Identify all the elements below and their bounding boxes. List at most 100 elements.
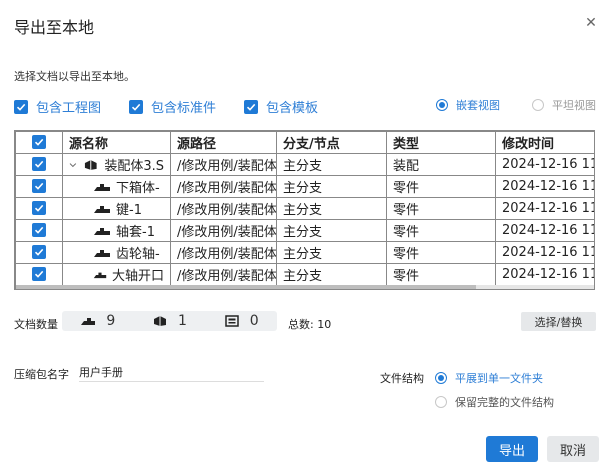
table-row[interactable]: 大轴开口/修改用例/装配体 主分支 零件 2024-12-16 11	[15, 263, 594, 286]
cell-name: 装配体3.S	[62, 153, 171, 176]
export-button[interactable]: 导出	[486, 436, 538, 462]
checkbox-checked-icon	[32, 200, 46, 215]
drawing-icon	[224, 315, 239, 327]
table-row[interactable]: 轴套-1/修改用例/装配体 主分支 零件 2024-12-16 11	[15, 219, 594, 242]
cell-name-text: 齿轮轴-	[116, 247, 160, 262]
doc-count-summary: 9 1 0	[62, 311, 277, 331]
part-count-value: 9	[106, 313, 116, 329]
cell-mtime: 2024-12-16 11	[495, 175, 594, 198]
table-row[interactable]: 下箱体- /修改用例/装配体 主分支 零件 2024-12-16 11	[15, 175, 594, 198]
dialog-description: 选择文档以导出至本地。	[14, 70, 135, 83]
cell-type: 装配	[386, 153, 496, 176]
cell-name-text: 键-1	[116, 203, 142, 218]
table-row[interactable]: 键-1/修改用例/装配体 主分支 零件 2024-12-16 11	[15, 197, 594, 220]
table-header-row: 源名称 源路径 分支/节点 类型 修改时间	[15, 131, 594, 154]
table-row[interactable]: 装配体3.S/修改用例/装配体 主分支 装配 2024-12-16 11	[15, 153, 594, 176]
file-structure-label: 文件结构	[380, 372, 424, 385]
view-flat-radio[interactable]: 平坦视图	[532, 97, 596, 113]
part-icon	[94, 227, 110, 235]
cell-mtime: 2024-12-16 11	[495, 153, 594, 176]
cell-mtime: 2024-12-16 11	[495, 263, 594, 286]
cell-name: 轴套-1	[62, 219, 171, 242]
include-templates-checkbox[interactable]: 包含模板	[244, 97, 318, 116]
radio-selected-icon	[436, 99, 448, 111]
column-header-branch[interactable]: 分支/节点	[276, 131, 387, 154]
row-checkbox[interactable]	[15, 175, 63, 198]
horizontal-scrollbar[interactable]	[16, 285, 594, 289]
cell-path: /修改用例/装配体	[170, 263, 277, 286]
cell-path: /修改用例/装配体	[170, 175, 277, 198]
column-header-path[interactable]: 源路径	[170, 131, 277, 154]
cell-branch: 主分支	[276, 219, 387, 242]
cell-name-text: 下箱体-	[116, 181, 160, 196]
column-header-name[interactable]: 源名称	[62, 131, 171, 154]
cell-branch: 主分支	[276, 175, 387, 198]
table-row[interactable]: 齿轮轴- /修改用例/装配体 主分支 零件 2024-12-16 11	[15, 241, 594, 264]
part-count: 9	[62, 313, 134, 329]
cell-name-text: 装配体3.S	[104, 159, 164, 174]
cell-name-text: 大轴开口	[111, 269, 164, 284]
view-nested-radio[interactable]: 嵌套视图	[436, 97, 500, 113]
cell-mtime: 2024-12-16 11	[495, 197, 594, 220]
cell-type: 零件	[386, 219, 496, 242]
row-checkbox[interactable]	[15, 197, 63, 220]
assembly-count: 1	[134, 313, 206, 329]
include-templates-label: 包含模板	[266, 101, 319, 116]
column-header-type[interactable]: 类型	[386, 131, 496, 154]
cell-type: 零件	[386, 197, 496, 220]
part-icon	[94, 183, 110, 191]
drawing-count: 0	[205, 313, 277, 329]
export-dialog: 导出至本地 ✕ 选择文档以导出至本地。 包含工程图 包含标准件 包含模板 嵌套视…	[0, 0, 611, 474]
cell-path: /修改用例/装配体	[170, 241, 277, 264]
keep-structure-label: 保留完整的文件结构	[455, 396, 554, 409]
row-checkbox[interactable]	[15, 241, 63, 264]
part-icon	[94, 249, 110, 257]
checkbox-checked-icon	[32, 266, 46, 281]
select-all-checkbox[interactable]	[15, 131, 63, 154]
cell-type: 零件	[386, 241, 496, 264]
row-checkbox[interactable]	[15, 153, 63, 176]
checkbox-checked-icon	[244, 99, 258, 114]
view-flat-label: 平坦视图	[552, 99, 596, 112]
doc-count-label: 文档数量	[14, 318, 58, 331]
checkbox-checked-icon	[32, 178, 46, 193]
radio-unselected-icon	[532, 99, 544, 111]
cell-path: /修改用例/装配体	[170, 197, 277, 220]
assembly-icon	[84, 159, 97, 170]
include-std-parts-label: 包含标准件	[151, 101, 217, 116]
cancel-button[interactable]: 取消	[547, 436, 599, 462]
drawing-count-value: 0	[249, 313, 259, 329]
radio-selected-icon	[435, 372, 447, 384]
cell-branch: 主分支	[276, 263, 387, 286]
checkbox-checked-icon	[14, 99, 28, 114]
assembly-count-value: 1	[178, 313, 187, 329]
cell-branch: 主分支	[276, 197, 387, 220]
checkbox-checked-icon	[32, 134, 46, 149]
cell-name-text: 轴套-1	[116, 225, 155, 240]
select-replace-button[interactable]: 选择/替换	[521, 312, 596, 331]
part-icon	[94, 205, 110, 213]
row-checkbox[interactable]	[15, 263, 63, 286]
view-nested-label: 嵌套视图	[456, 99, 500, 112]
radio-unselected-icon	[435, 396, 447, 408]
cell-path: /修改用例/装配体	[170, 153, 277, 176]
cell-branch: 主分支	[276, 241, 387, 264]
document-table: 源名称 源路径 分支/节点 类型 修改时间 装配体3.S/修改用例/装配体 主分支…	[14, 130, 595, 290]
cell-branch: 主分支	[276, 153, 387, 176]
flatten-radio[interactable]: 平展到单一文件夹	[435, 370, 543, 386]
zip-name-input[interactable]	[79, 362, 264, 382]
total-count: 总数: 10	[288, 318, 332, 331]
keep-structure-radio[interactable]: 保留完整的文件结构	[435, 394, 554, 410]
include-drawings-checkbox[interactable]: 包含工程图	[14, 97, 101, 116]
cell-name: 齿轮轴-	[62, 241, 171, 264]
row-checkbox[interactable]	[15, 219, 63, 242]
checkbox-checked-icon	[129, 99, 143, 114]
cell-type: 零件	[386, 175, 496, 198]
part-icon	[81, 318, 96, 325]
include-std-parts-checkbox[interactable]: 包含标准件	[129, 97, 216, 116]
part-icon	[93, 272, 107, 278]
column-header-mtime[interactable]: 修改时间	[495, 131, 594, 154]
chevron-down-icon[interactable]	[69, 161, 77, 169]
include-drawings-label: 包含工程图	[36, 101, 102, 116]
close-icon[interactable]: ✕	[584, 16, 598, 30]
